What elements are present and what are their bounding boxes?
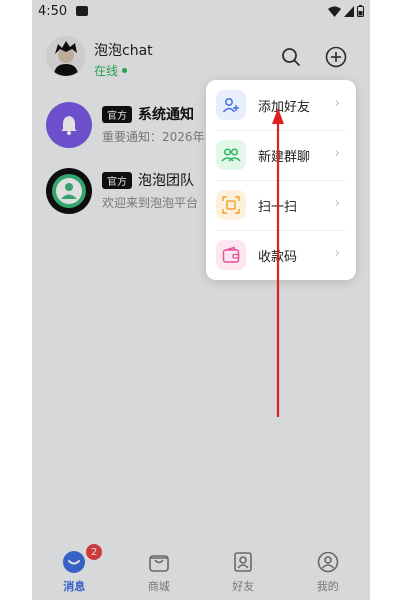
chevron-right-icon: › xyxy=(334,246,340,261)
app-screen: 4:50 泡泡chat 在线 官方 系统通知 重要通知：2026年 官方 泡泡团… xyxy=(32,0,370,600)
menu-item-label: 扫一扫 xyxy=(258,200,298,215)
add-user-icon xyxy=(216,90,246,120)
menu-item-add-friend[interactable]: 添加好友 › xyxy=(206,80,356,130)
chevron-right-icon: › xyxy=(334,146,340,161)
add-popup-menu: 添加好友 › 新建群聊 › 扫一扫 › 收款码 › xyxy=(206,80,356,280)
chevron-right-icon: › xyxy=(334,96,340,111)
menu-item-label: 新建群聊 xyxy=(258,150,311,165)
group-icon xyxy=(216,140,246,170)
wallet-icon xyxy=(216,240,246,270)
menu-item-new-group[interactable]: 新建群聊 › xyxy=(206,130,356,180)
menu-item-label: 添加好友 xyxy=(258,100,311,115)
menu-item-payment-code[interactable]: 收款码 › xyxy=(206,230,356,280)
scan-icon xyxy=(216,190,246,220)
menu-item-scan[interactable]: 扫一扫 › xyxy=(206,180,356,230)
menu-item-label: 收款码 xyxy=(258,250,298,265)
chevron-right-icon: › xyxy=(334,196,340,211)
